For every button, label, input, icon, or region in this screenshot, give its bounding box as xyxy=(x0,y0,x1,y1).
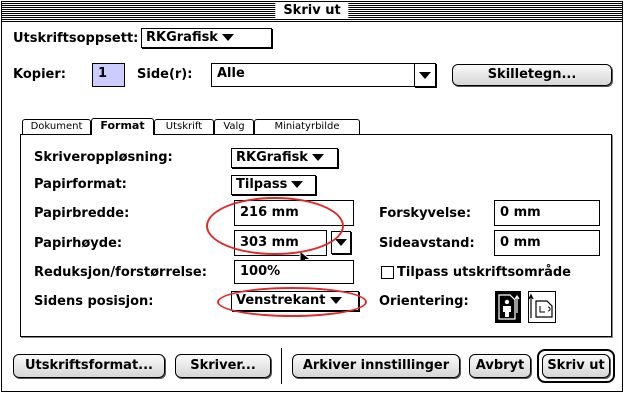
setup-label: Utskriftsoppsett: xyxy=(13,31,139,46)
tab-dokument[interactable]: Dokument xyxy=(22,119,91,134)
print-dialog: Skriv ut Utskriftsoppsett: RKGrafisk Kop… xyxy=(1,1,623,392)
tab-valg[interactable]: Valg xyxy=(214,119,254,134)
portrait-orientation-icon[interactable] xyxy=(495,291,521,323)
chevron-down-icon xyxy=(311,154,324,161)
copies-label: Kopier: xyxy=(13,67,66,82)
page-position-label: Sidens posisjon: xyxy=(34,294,154,309)
dialog-title: Skriv ut xyxy=(275,3,349,19)
scale-label: Reduksjon/forstørrelse: xyxy=(34,265,207,280)
chevron-down-icon xyxy=(335,239,347,246)
paper-format-label: Papirformat: xyxy=(34,177,127,192)
print-button[interactable]: Skriv ut xyxy=(542,354,610,378)
button-separator xyxy=(281,348,282,384)
pages-label: Side(r): xyxy=(137,67,193,82)
chevron-down-icon xyxy=(419,72,431,79)
paper-height-label: Papirhøyde: xyxy=(34,236,123,251)
paper-format-popup[interactable]: Tilpass xyxy=(231,175,316,195)
save-settings-button[interactable]: Arkiver innstillinger xyxy=(292,354,460,378)
resolution-popup[interactable]: RKGrafisk xyxy=(231,148,338,168)
separator-button[interactable]: Skilletegn... xyxy=(452,64,612,86)
chevron-down-icon xyxy=(291,181,304,188)
fit-print-area-checkbox[interactable] xyxy=(381,266,394,279)
landscape-orientation-icon[interactable] xyxy=(528,291,556,323)
offset-input[interactable]: 0 mm xyxy=(494,200,600,226)
paper-width-label: Papirbredde: xyxy=(34,206,130,221)
orientation-label: Orientering: xyxy=(379,294,469,309)
tab-utskrift[interactable]: Utskrift xyxy=(154,119,214,134)
paper-format-value: Tilpass xyxy=(236,177,288,192)
pages-input[interactable]: Alle xyxy=(211,63,416,87)
pages-dropdown-button[interactable] xyxy=(414,63,436,87)
page-gap-input[interactable]: 0 mm xyxy=(494,230,600,256)
chevron-down-icon xyxy=(221,34,234,41)
printer-button[interactable]: Skriver... xyxy=(175,354,271,378)
cancel-button[interactable]: Avbryt xyxy=(469,354,531,378)
annotation-ellipse-paper-size xyxy=(206,197,344,255)
fit-print-area-label: Tilpass utskriftsområde xyxy=(397,265,571,280)
copies-input[interactable]: 1 xyxy=(92,63,125,87)
setup-popup[interactable]: RKGrafisk xyxy=(141,28,272,48)
page-gap-label: Sideavstand: xyxy=(379,236,475,251)
page-setup-button[interactable]: Utskriftsformat... xyxy=(13,354,165,378)
annotation-ellipse-page-position xyxy=(217,287,367,317)
title-bar[interactable]: Skriv ut xyxy=(2,2,622,22)
setup-value: RKGrafisk xyxy=(146,30,218,45)
tab-format[interactable]: Format xyxy=(91,118,154,135)
tab-miniatyrbilde[interactable]: Miniatyrbilde xyxy=(254,119,360,134)
offset-label: Forskyvelse: xyxy=(379,206,472,221)
scale-input[interactable]: 100% xyxy=(234,260,354,284)
resolution-label: Skriveroppløsning: xyxy=(34,150,173,165)
resolution-value: RKGrafisk xyxy=(236,150,308,165)
